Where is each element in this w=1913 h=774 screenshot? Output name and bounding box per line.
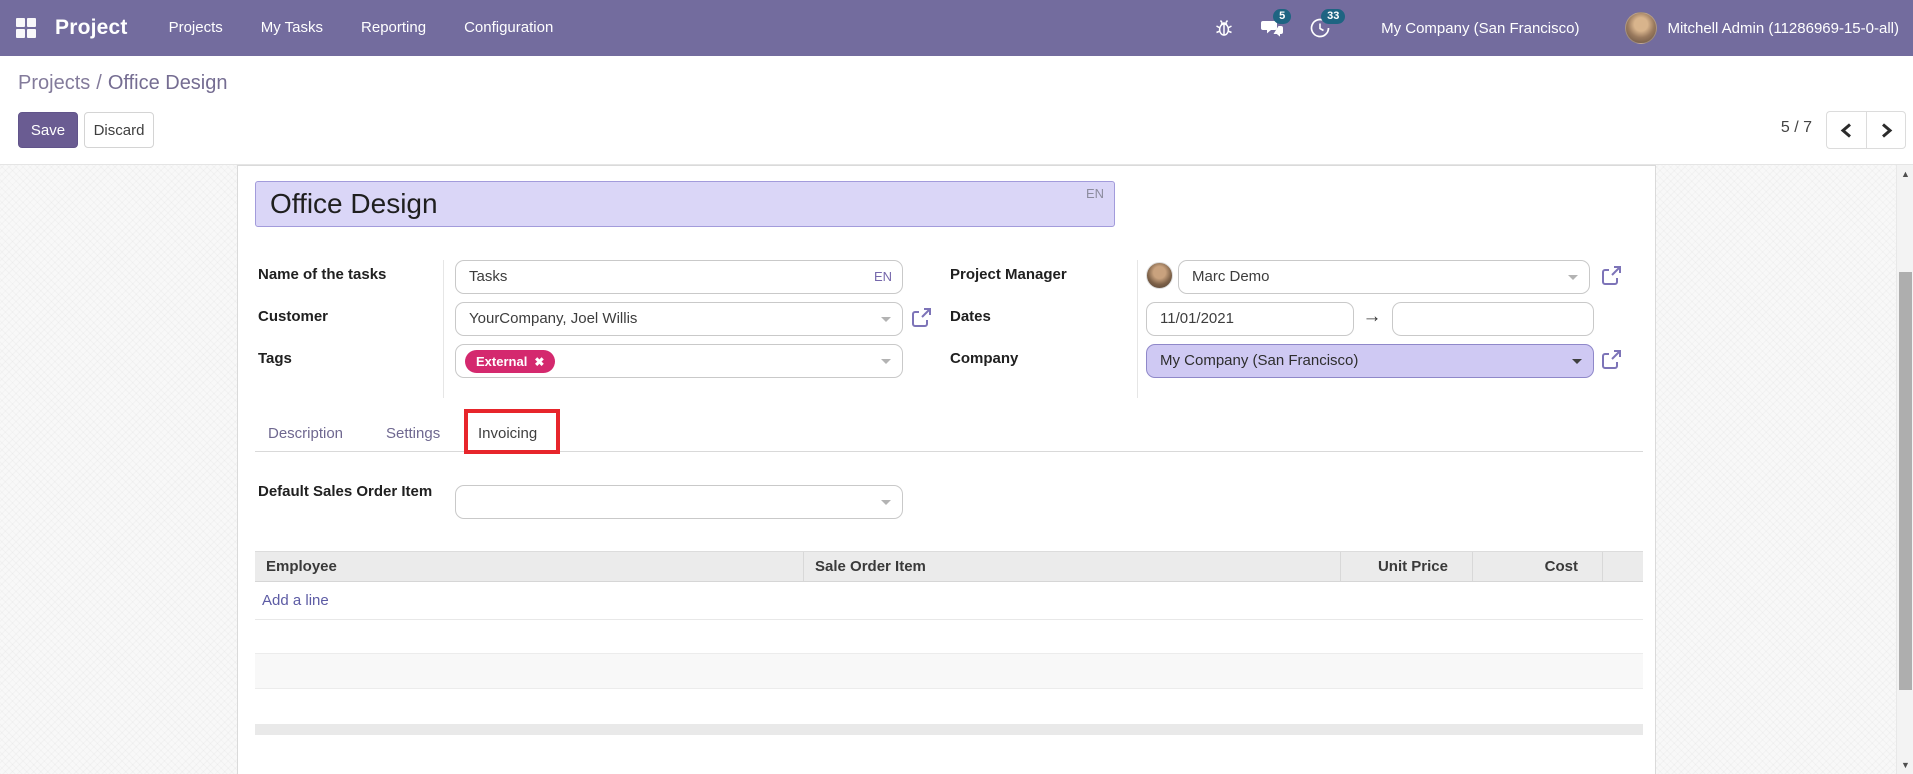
right-group-divider <box>1137 260 1138 398</box>
dates-label: Dates <box>950 308 991 325</box>
project-name-input[interactable]: Office Design EN <box>255 181 1115 227</box>
default-sales-order-item-caret[interactable] <box>881 500 891 505</box>
task-name-input[interactable]: Tasks EN <box>455 260 903 294</box>
company-external-link-icon[interactable] <box>1599 348 1623 372</box>
save-button[interactable]: Save <box>18 112 78 148</box>
customer-value: YourCompany, Joel Willis <box>469 310 638 327</box>
table-empty-alt-row <box>255 653 1643 689</box>
invoicing-tab-annotation-box <box>464 409 560 454</box>
messages-count-badge: 5 <box>1273 9 1292 24</box>
pager-next-button[interactable] <box>1866 111 1906 149</box>
task-name-value: Tasks <box>469 268 508 285</box>
company-input[interactable]: My Company (San Francisco) <box>1146 344 1594 378</box>
project-manager-external-link-icon[interactable] <box>1599 264 1623 288</box>
top-navbar: Project Projects My Tasks Reporting Conf… <box>0 0 1913 56</box>
customer-label: Customer <box>258 308 329 325</box>
company-switcher[interactable]: My Company (San Francisco) <box>1381 20 1579 37</box>
dates-arrow-icon: → <box>1362 306 1382 327</box>
app-brand[interactable]: Project <box>55 16 128 40</box>
discard-button[interactable]: Discard <box>84 112 154 148</box>
company-value: My Company (San Francisco) <box>1160 352 1359 369</box>
tab-settings[interactable]: Settings <box>386 425 440 442</box>
user-menu[interactable]: Mitchell Admin (11286969-15-0-all) <box>1667 20 1899 37</box>
customer-dropdown-caret[interactable] <box>881 317 891 322</box>
title-lang-badge[interactable]: EN <box>1086 186 1104 201</box>
task-name-lang-badge[interactable]: EN <box>874 269 892 284</box>
menu-reporting[interactable]: Reporting <box>342 0 445 56</box>
pager-counter: 5 / 7 <box>1780 119 1812 136</box>
column-header-employee[interactable]: Employee <box>255 552 803 581</box>
activities-clock-icon[interactable]: 33 <box>1309 9 1346 39</box>
breadcrumb: Projects / Office Design <box>18 72 228 95</box>
tags-input[interactable]: External ✖ <box>455 344 903 378</box>
record-pager <box>1826 111 1906 149</box>
breadcrumb-current: Office Design <box>107 72 228 94</box>
tags-label: Tags <box>258 350 292 367</box>
tag-external[interactable]: External ✖ <box>465 350 556 373</box>
navbar-systray: 5 33 My Company (San Francisco) Mitchell… <box>1213 9 1913 44</box>
default-sales-order-item-label: Default Sales Order Item <box>258 483 433 500</box>
column-header-cost[interactable]: Cost <box>1472 552 1602 581</box>
activities-count-badge: 33 <box>1321 9 1346 24</box>
column-header-actions <box>1602 552 1643 581</box>
default-sales-order-item-input[interactable] <box>455 485 903 519</box>
pager-previous-button[interactable] <box>1826 111 1866 149</box>
project-manager-input[interactable]: Marc Demo <box>1178 260 1590 294</box>
odoo-project-form-page: Project Projects My Tasks Reporting Conf… <box>0 0 1913 774</box>
project-manager-value: Marc Demo <box>1192 268 1270 285</box>
date-end-input[interactable] <box>1392 302 1594 336</box>
scrollbar-thumb[interactable] <box>1899 272 1912 690</box>
project-name-value: Office Design <box>270 188 438 219</box>
scrollbar-up-arrow[interactable]: ▲ <box>1897 169 1913 179</box>
scrollbar-down-arrow[interactable]: ▼ <box>1897 760 1913 770</box>
date-start-value: 11/01/2021 <box>1160 310 1234 327</box>
project-manager-avatar <box>1146 262 1173 289</box>
breadcrumb-projects-link[interactable]: Projects <box>18 72 90 94</box>
date-start-input[interactable]: 11/01/2021 <box>1146 302 1354 336</box>
employee-rate-table-header: Employee Sale Order Item Unit Price Cost <box>255 551 1643 582</box>
tag-remove-icon[interactable]: ✖ <box>534 355 544 369</box>
tags-dropdown-caret[interactable] <box>881 359 891 364</box>
task-name-label: Name of the tasks <box>258 266 387 283</box>
menu-projects[interactable]: Projects <box>150 0 242 56</box>
project-manager-label: Project Manager <box>950 266 1067 283</box>
company-dropdown-caret[interactable] <box>1572 359 1582 364</box>
menu-configuration[interactable]: Configuration <box>445 0 572 56</box>
apps-menu-icon[interactable] <box>16 18 36 38</box>
user-avatar[interactable] <box>1625 12 1658 44</box>
customer-input[interactable]: YourCompany, Joel Willis <box>455 302 903 336</box>
column-header-unit-price[interactable]: Unit Price <box>1340 552 1472 581</box>
column-header-sale-order-item[interactable]: Sale Order Item <box>803 552 1340 581</box>
debug-bug-icon[interactable] <box>1213 17 1235 39</box>
company-label: Company <box>950 350 1019 367</box>
menu-my-tasks[interactable]: My Tasks <box>242 0 342 56</box>
sheet-footer-bar <box>255 724 1643 735</box>
tab-description[interactable]: Description <box>268 425 343 442</box>
tag-label: External <box>476 354 528 369</box>
customer-external-link-icon[interactable] <box>909 306 933 330</box>
left-group-divider <box>443 260 444 398</box>
vertical-scrollbar[interactable]: ▲ ▼ <box>1896 165 1913 774</box>
messages-icon[interactable]: 5 <box>1261 9 1292 39</box>
breadcrumb-separator: / <box>96 72 102 94</box>
project-manager-dropdown-caret[interactable] <box>1568 275 1578 280</box>
add-a-line-link[interactable]: Add a line <box>262 592 329 609</box>
table-row-border <box>255 619 1643 620</box>
